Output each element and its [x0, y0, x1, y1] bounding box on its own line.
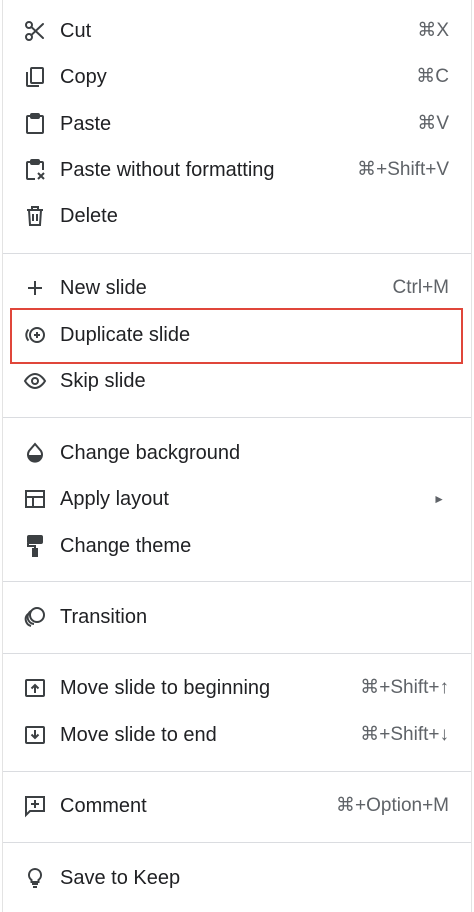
- menu-item-change-theme[interactable]: Change theme: [3, 525, 471, 567]
- lightbulb-icon: [23, 866, 47, 890]
- context-menu: Cut ⌘X Copy ⌘C Paste ⌘V Paste without fo…: [2, 0, 472, 912]
- menu-item-paste[interactable]: Paste ⌘V: [3, 103, 471, 145]
- menu-item-label: New slide: [60, 277, 147, 299]
- clipboard-icon: [23, 112, 47, 136]
- menu-item-shortcut: ⌘+Shift+↑: [360, 677, 449, 698]
- menu-item-transition[interactable]: Transition: [3, 596, 471, 638]
- menu-item-move-slide-to-end[interactable]: Move slide to end ⌘+Shift+↓: [3, 714, 471, 756]
- menu-item-label: Save to Keep: [60, 867, 181, 889]
- menu-item-shortcut: ⌘C: [416, 66, 449, 87]
- menu-item-label: Delete: [60, 205, 118, 227]
- menu-separator: [3, 253, 471, 254]
- menu-item-label: Copy: [60, 66, 107, 88]
- menu-item-shortcut: ⌘+Shift+↓: [360, 724, 449, 745]
- menu-item-label: Cut: [60, 20, 92, 42]
- menu-item-paste-without-formatting[interactable]: Paste without formatting ⌘+Shift+V: [3, 149, 471, 191]
- menu-item-label: Move slide to end: [60, 724, 217, 746]
- menu-item-delete[interactable]: Delete: [3, 195, 471, 237]
- menu-item-label: Comment: [60, 795, 147, 817]
- paint-drop-icon: [23, 441, 47, 465]
- menu-item-shortcut: ⌘+Shift+V: [357, 159, 449, 180]
- copy-icon: [23, 65, 47, 89]
- menu-item-skip-slide[interactable]: Skip slide: [3, 360, 471, 402]
- menu-item-label: Apply layout: [60, 488, 169, 510]
- highlight-box: [10, 308, 463, 364]
- menu-separator: [3, 771, 471, 772]
- clipboard-clear-format-icon: [23, 158, 47, 182]
- menu-item-label: Transition: [60, 606, 148, 628]
- menu-item-label: Paste: [60, 113, 112, 135]
- menu-item-apply-layout[interactable]: Apply layout ►: [3, 478, 471, 520]
- menu-item-label: Move slide to beginning: [60, 677, 271, 699]
- comment-add-icon: [23, 794, 47, 818]
- menu-separator: [3, 842, 471, 843]
- menu-item-cut[interactable]: Cut ⌘X: [3, 10, 471, 52]
- menu-item-label: Change theme: [60, 535, 192, 557]
- trash-icon: [23, 204, 47, 228]
- menu-separator: [3, 581, 471, 582]
- menu-item-shortcut: ⌘V: [417, 113, 449, 134]
- paint-roller-icon: [23, 534, 47, 558]
- menu-item-move-slide-to-beginning[interactable]: Move slide to beginning ⌘+Shift+↑: [3, 667, 471, 709]
- eye-icon: [23, 369, 47, 393]
- menu-item-new-slide[interactable]: New slide Ctrl+M: [3, 267, 471, 309]
- menu-item-change-background[interactable]: Change background: [3, 432, 471, 474]
- scissors-icon: [23, 19, 47, 43]
- menu-item-shortcut: ⌘+Option+M: [336, 795, 449, 816]
- layout-icon: [23, 487, 47, 511]
- submenu-arrow-icon: ►: [433, 492, 445, 506]
- move-up-box-icon: [23, 676, 47, 700]
- menu-item-shortcut: Ctrl+M: [392, 277, 449, 298]
- plus-icon: [23, 276, 47, 300]
- menu-separator: [3, 653, 471, 654]
- menu-item-shortcut: ⌘X: [417, 20, 449, 41]
- move-down-box-icon: [23, 723, 47, 747]
- menu-item-save-to-keep[interactable]: Save to Keep: [3, 857, 471, 899]
- menu-separator: [3, 417, 471, 418]
- menu-item-copy[interactable]: Copy ⌘C: [3, 56, 471, 98]
- menu-item-comment[interactable]: Comment ⌘+Option+M: [3, 785, 471, 827]
- menu-item-label: Skip slide: [60, 370, 146, 392]
- menu-item-label: Paste without formatting: [60, 159, 275, 181]
- transition-icon: [23, 605, 47, 629]
- menu-item-label: Change background: [60, 442, 241, 464]
